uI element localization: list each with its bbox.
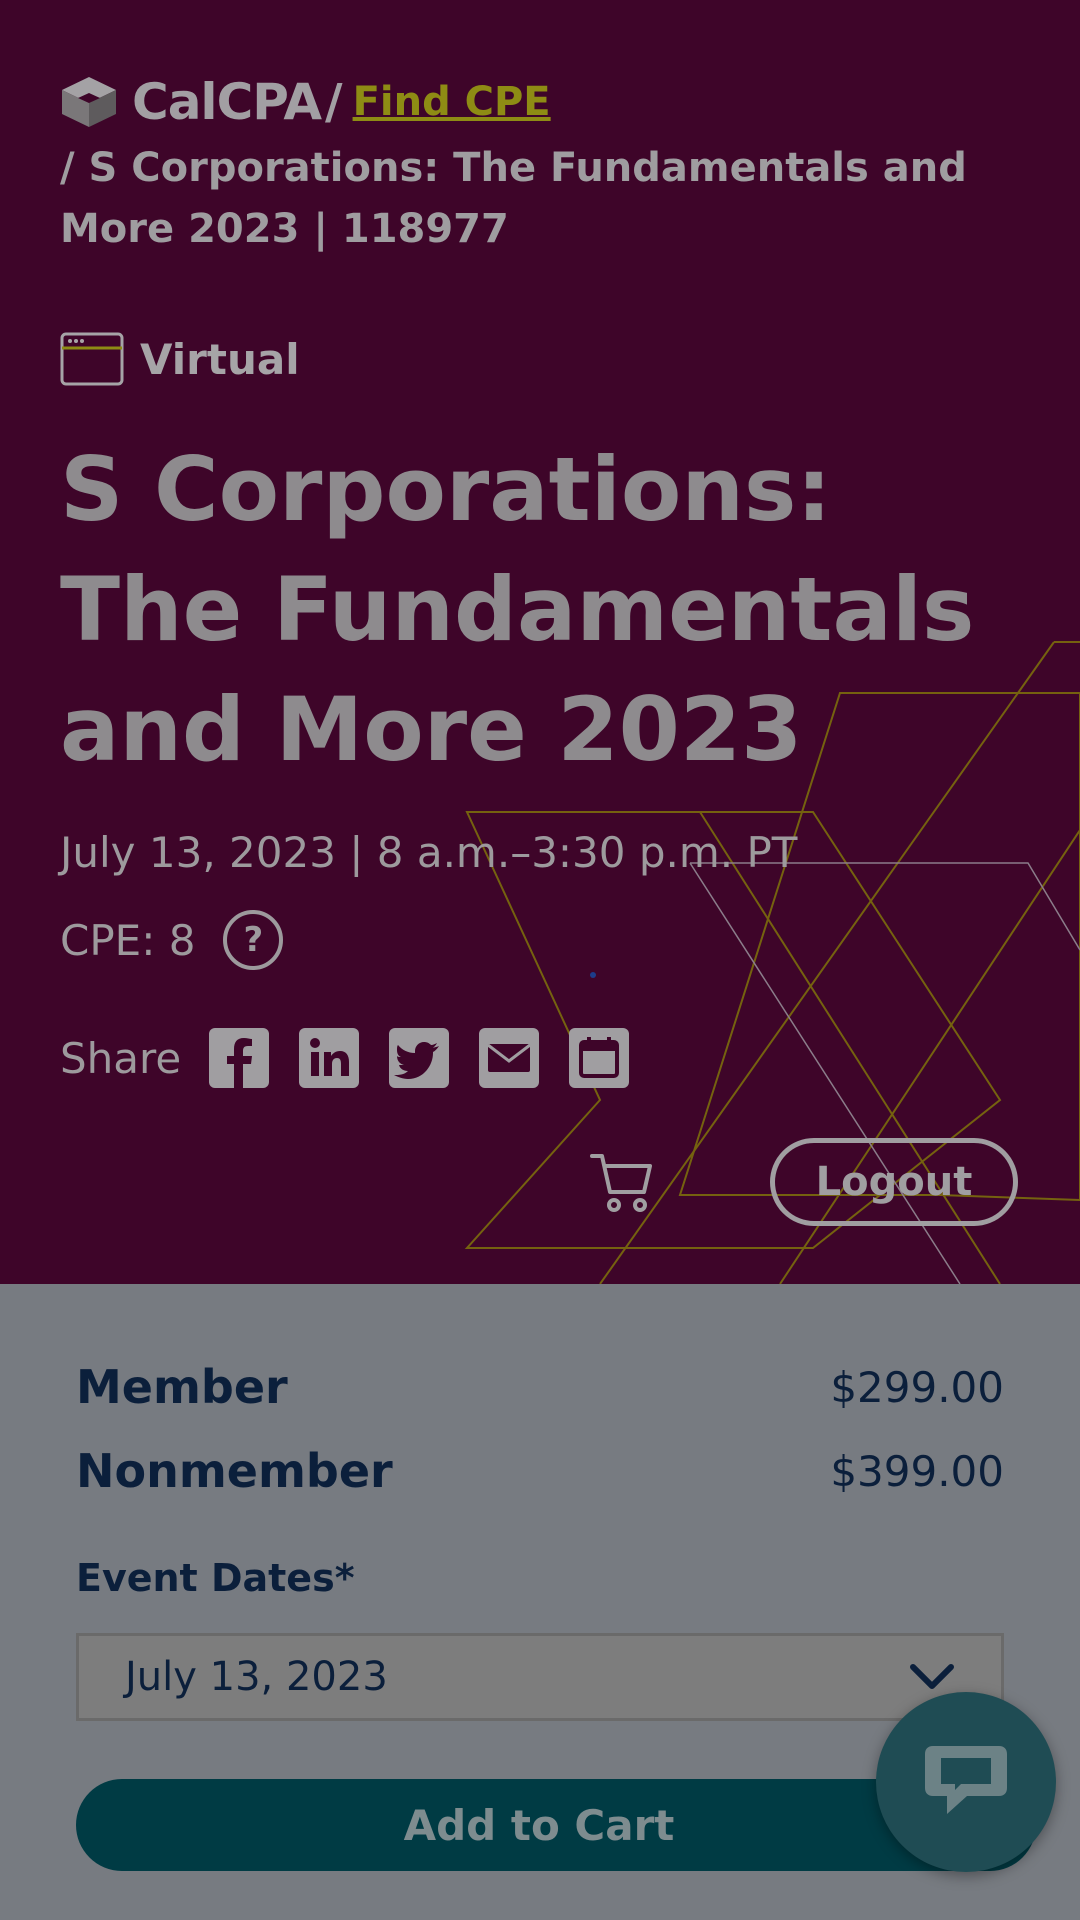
event-format-label: Virtual (140, 334, 300, 384)
calendar-icon[interactable] (569, 1028, 630, 1088)
event-format: Virtual (60, 332, 300, 386)
cart-icon[interactable] (590, 1152, 654, 1214)
event-hero: CalCPA / Find CPE / S Corporations: The … (0, 0, 1080, 1284)
cpe-credits-label: CPE: 8 (60, 915, 196, 965)
member-price: $299.00 (830, 1362, 1004, 1412)
event-datetime: July 13, 2023 | 8 a.m.–3:30 p.m. PT (60, 828, 798, 877)
nonmember-price-row: Nonmember $399.00 (76, 1444, 1004, 1498)
event-date-select[interactable]: July 13, 2023 (76, 1633, 1004, 1721)
share-bar: Share (60, 1028, 659, 1088)
twitter-icon[interactable] (389, 1028, 450, 1088)
event-title: S Corporations: The Fundamentals and Mor… (60, 438, 975, 781)
event-dates-label: Event Dates* (76, 1556, 355, 1600)
chat-bubble-icon (925, 1746, 1007, 1814)
chat-bubble-button[interactable] (876, 1692, 1056, 1872)
member-label: Member (76, 1360, 288, 1414)
breadcrumb-separator: / (325, 73, 343, 130)
breadcrumb-top-row: CalCPA / Find CPE (60, 72, 1020, 132)
breadcrumb-current-page: / S Corporations: The Fundamentals and M… (60, 145, 967, 252)
chevron-down-icon (910, 1664, 954, 1689)
logo-text[interactable]: CalCPA (132, 72, 322, 133)
email-icon[interactable] (479, 1028, 540, 1088)
find-cpe-link[interactable]: Find CPE (353, 72, 551, 133)
member-price-row: Member $299.00 (76, 1360, 1004, 1414)
nonmember-price: $399.00 (830, 1446, 1004, 1496)
browser-window-icon (60, 332, 124, 386)
breadcrumb: CalCPA / Find CPE / S Corporations: The … (60, 72, 1020, 260)
calcpa-cube-logo-icon[interactable] (60, 75, 118, 129)
logout-button[interactable]: Logout (770, 1138, 1018, 1226)
cpe-credits: CPE: 8 ? (60, 910, 284, 970)
nonmember-label: Nonmember (76, 1444, 393, 1498)
share-label: Share (60, 1033, 182, 1083)
selected-date-value: July 13, 2023 (125, 1654, 388, 1700)
linkedin-icon[interactable] (299, 1028, 360, 1088)
help-question-icon[interactable]: ? (223, 910, 284, 970)
facebook-icon[interactable] (209, 1028, 270, 1088)
